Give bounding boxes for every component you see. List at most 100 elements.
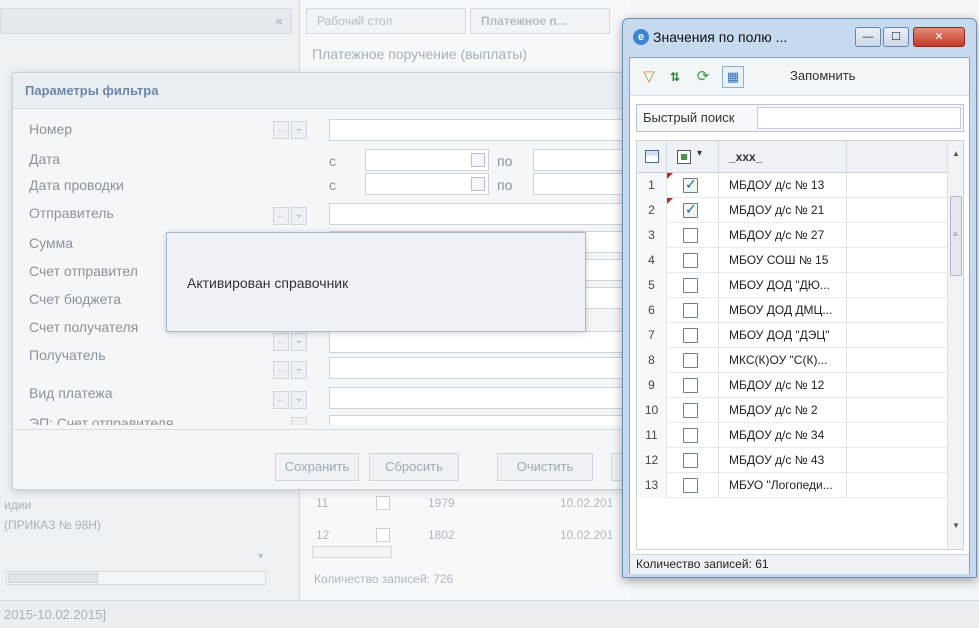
chevron-down-icon[interactable]: ⌄: [291, 333, 307, 351]
grid-scrollbar[interactable]: [312, 546, 392, 558]
records-count: Количество записей: 726: [314, 572, 454, 586]
row-checkbox[interactable]: [683, 278, 698, 293]
select-all-checkbox[interactable]: [677, 150, 691, 164]
row-checkbox[interactable]: [376, 528, 390, 542]
table-icon[interactable]: [645, 150, 659, 163]
caret-down-icon[interactable]: ▾: [697, 148, 702, 159]
close-icon[interactable]: ✕: [913, 27, 965, 47]
scroll-up-icon[interactable]: ▲: [952, 149, 960, 158]
row-name[interactable]: МБОУ ДОД "ДЭЦ": [719, 323, 847, 348]
row-name[interactable]: МБДОУ д/с № 43: [719, 448, 847, 473]
calendar-icon[interactable]: [471, 177, 485, 191]
list-item[interactable]: 6 МБОУ ДОД ДМЦ...: [637, 298, 947, 323]
collapse-panel-icon[interactable]: «: [270, 12, 288, 30]
maximize-icon[interactable]: ☐: [883, 27, 909, 47]
list-item[interactable]: 9 МБДОУ д/с № 12: [637, 373, 947, 398]
row-name[interactable]: МБОУ ДОД "ДЮ...: [719, 273, 847, 298]
row-checkbox[interactable]: [683, 403, 698, 418]
vertical-scrollbar[interactable]: ▲ ≡ ▼: [947, 141, 963, 549]
checkbox-cell: [667, 373, 719, 398]
payment-type-input[interactable]: [329, 387, 627, 409]
chevron-down-icon[interactable]: ⌄: [291, 121, 307, 139]
row-name[interactable]: МБУО "Логопеди...: [719, 473, 847, 498]
reset-button[interactable]: Сбросить: [369, 453, 459, 481]
save-button[interactable]: Сохранить: [275, 453, 359, 481]
sender-input[interactable]: [329, 203, 627, 225]
scroll-thumb[interactable]: ≡: [950, 196, 962, 276]
list-item[interactable]: 3 МБДОУ д/с № 27: [637, 223, 947, 248]
row-checkbox[interactable]: [683, 353, 698, 368]
row-checkbox[interactable]: [683, 253, 698, 268]
sort-az-icon[interactable]: ⇅: [666, 68, 684, 86]
row-name[interactable]: МБДОУ д/с № 34: [719, 423, 847, 448]
row-checkbox[interactable]: ✓: [683, 176, 698, 193]
field-label-budget-account: Счет бюджета: [29, 291, 121, 307]
posting-to-input[interactable]: [533, 173, 627, 195]
chevron-down-icon[interactable]: ⌄: [291, 207, 307, 225]
window-body: ▽ ⇅ ⟳ ▦ Запомнить Быстрый поиск ▾ _xxx_ …: [629, 57, 970, 574]
quick-search-input[interactable]: [757, 107, 961, 129]
number-input[interactable]: [329, 119, 627, 141]
field-label-sender-account: Счет отправител: [29, 263, 138, 279]
chevron-down-icon[interactable]: ⌄: [291, 361, 307, 379]
select-ellipsis-button[interactable]: ..: [273, 121, 289, 139]
recipient-account-input[interactable]: [329, 331, 627, 353]
row-name[interactable]: МБОУ СОШ № 15: [719, 248, 847, 273]
table-layout-icon[interactable]: ▦: [722, 66, 744, 88]
row-checkbox[interactable]: [683, 478, 698, 493]
tab-desktop[interactable]: Рабочий стол: [306, 8, 466, 34]
row-checkbox[interactable]: [683, 453, 698, 468]
row-checkbox[interactable]: [683, 378, 698, 393]
row-checkbox[interactable]: [683, 303, 698, 318]
refresh-icon[interactable]: ⟳: [694, 68, 712, 86]
row-name[interactable]: МБДОУ д/с № 21: [719, 198, 847, 223]
list-item[interactable]: 7 МБОУ ДОД "ДЭЦ": [637, 323, 947, 348]
chevron-down-icon[interactable]: ⌄: [291, 391, 307, 409]
calendar-icon[interactable]: [471, 153, 485, 167]
row-name[interactable]: МБДОУ д/с № 13: [719, 173, 847, 198]
checkbox-cell: [667, 398, 719, 423]
list-item[interactable]: 1 ✓ МБДОУ д/с № 13: [637, 173, 947, 198]
window-titlebar[interactable]: e Значения по полю ... — ☐ ✕: [623, 19, 976, 55]
row-name[interactable]: МКС(К)ОУ "С(К)...: [719, 348, 847, 373]
row-name[interactable]: МБДОУ д/с № 27: [719, 223, 847, 248]
left-list-item[interactable]: идии: [4, 498, 31, 512]
row-name[interactable]: МБДОУ д/с № 12: [719, 373, 847, 398]
scroll-down-icon[interactable]: ▾: [258, 551, 263, 562]
list-item[interactable]: 8 МКС(К)ОУ "С(К)...: [637, 348, 947, 373]
list-item[interactable]: 4 МБОУ СОШ № 15: [637, 248, 947, 273]
scroll-down-icon[interactable]: ▼: [952, 521, 960, 530]
row-number: 3: [637, 223, 667, 248]
list-item[interactable]: 11 МБДОУ д/с № 34: [637, 423, 947, 448]
row-checkbox[interactable]: ✓: [683, 201, 698, 218]
date-to-input[interactable]: [533, 149, 627, 171]
minimize-icon[interactable]: —: [855, 27, 881, 47]
chevron-down-icon[interactable]: ⌄: [291, 417, 307, 425]
row-checkbox[interactable]: [683, 228, 698, 243]
recipient-input[interactable]: [329, 357, 627, 379]
quick-search: Быстрый поиск: [636, 104, 964, 132]
window-title: Значения по полю ...: [653, 29, 788, 45]
list-item[interactable]: 10 МБДОУ д/с № 2: [637, 398, 947, 423]
row-checkbox[interactable]: [376, 496, 390, 510]
row-name[interactable]: МБДОУ д/с № 2: [719, 398, 847, 423]
left-list-item[interactable]: (ПРИКАЗ № 98Н): [4, 518, 101, 532]
list-item[interactable]: 13 МБУО "Логопеди...: [637, 473, 947, 498]
scroll-thumb[interactable]: [8, 573, 98, 583]
row-name[interactable]: МБОУ ДОД ДМЦ...: [719, 298, 847, 323]
filter-icon[interactable]: ▽: [640, 68, 658, 86]
tab-payment[interactable]: Платежное п...: [470, 8, 610, 34]
clear-button[interactable]: Очистить: [497, 453, 593, 481]
list-item[interactable]: 12 МБДОУ д/с № 43: [637, 448, 947, 473]
row-checkbox[interactable]: [683, 328, 698, 343]
row-checkbox[interactable]: [683, 428, 698, 443]
select-ellipsis-button[interactable]: ..: [273, 391, 289, 409]
select-ellipsis-button[interactable]: ..: [273, 207, 289, 225]
list-item[interactable]: 2 ✓ МБДОУ д/с № 21: [637, 198, 947, 223]
column-header-name[interactable]: _xxx_: [719, 141, 847, 173]
remember-button[interactable]: Запомнить: [790, 68, 855, 83]
select-ellipsis-button[interactable]: ..: [273, 333, 289, 351]
ep-sender-account-input[interactable]: [329, 415, 627, 425]
select-ellipsis-button[interactable]: ..: [273, 361, 289, 379]
list-item[interactable]: 5 МБОУ ДОД "ДЮ...: [637, 273, 947, 298]
